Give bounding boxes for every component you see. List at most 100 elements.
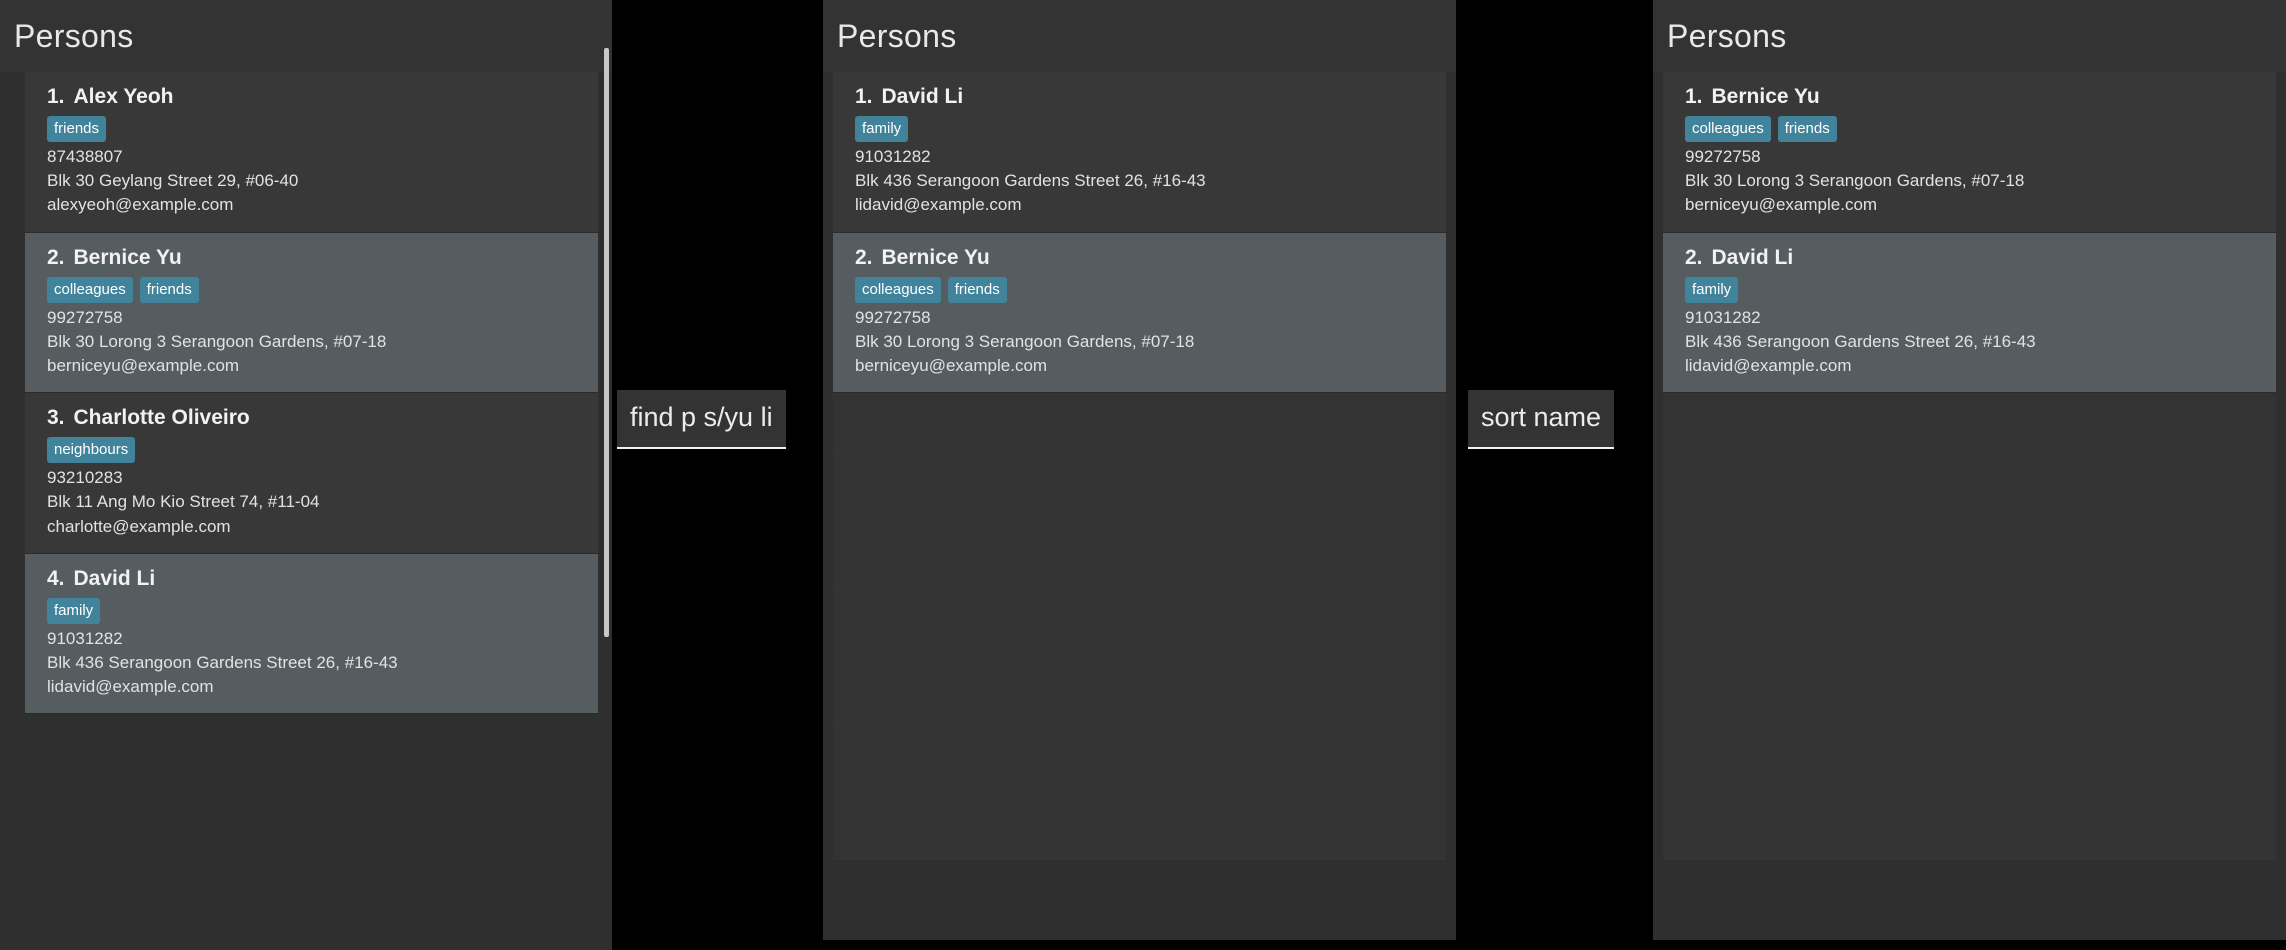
person-name: Charlotte Oliveiro — [73, 406, 250, 430]
person-name-row: 3. Charlotte Oliveiro — [47, 405, 584, 430]
person-name-row: 1. Bernice Yu — [1685, 84, 2262, 109]
empty-list-row — [833, 455, 1446, 591]
person-index: 2. — [1685, 245, 1703, 269]
person-name: Bernice Yu — [881, 245, 990, 269]
screenshot-stage: Persons 1. Alex Yeoh friends 87438807 Blk 30 … — [0, 0, 2286, 950]
panel-all-persons: Persons 1. Alex Yeoh friends 87438807 Blk 30 … — [0, 0, 612, 950]
tag-badge[interactable]: family — [855, 116, 909, 143]
empty-list-row — [833, 725, 1446, 861]
person-name: David Li — [881, 85, 964, 108]
panel-header-all-persons: Persons — [0, 0, 612, 72]
person-name: Bernice Yu — [73, 245, 182, 269]
page-title: Persons — [837, 18, 957, 54]
person-index: 1. — [1685, 85, 1703, 108]
person-tags: colleagues friends — [855, 276, 1432, 303]
list-item[interactable]: 1. Bernice Yu colleagues friends 99272758 Blk… — [1663, 72, 2276, 233]
person-list-all-persons: 1. Alex Yeoh friends 87438807 Blk 30 Geylang… — [0, 72, 612, 950]
tag-badge[interactable]: family — [1685, 276, 1739, 303]
person-name: Bernice Yu — [1711, 85, 1820, 108]
sort-command[interactable]: sort name — [1468, 390, 1615, 449]
person-email: lidavid@example.com — [855, 195, 1022, 215]
person-email: alexyeoh@example.com — [47, 195, 234, 215]
empty-list-row — [833, 590, 1446, 726]
tag-badge[interactable]: friends — [47, 116, 107, 143]
person-tags: friends — [47, 116, 584, 143]
person-tags: colleagues friends — [47, 276, 584, 303]
panel-sorted-result: Persons 1. Bernice Yu colleagues friends 9927… — [1653, 0, 2286, 940]
tag-badge[interactable]: friends — [947, 276, 1007, 303]
tag-badge[interactable]: colleagues — [47, 276, 133, 303]
person-index: 2. — [47, 245, 65, 269]
person-address: Blk 30 Lorong 3 Serangoon Gardens, #07-1… — [47, 331, 387, 351]
person-name: Alex Yeoh — [73, 85, 174, 108]
person-address: Blk 30 Lorong 3 Serangoon Gardens, #07-1… — [855, 331, 1195, 351]
person-phone: 99272758 — [855, 307, 931, 327]
person-name-row: 1. David Li — [855, 84, 1432, 109]
person-address: Blk 30 Geylang Street 29, #06-40 — [47, 171, 299, 191]
person-address: Blk 436 Serangoon Gardens Street 26, #16… — [47, 653, 398, 672]
person-name-row: 2. Bernice Yu — [47, 245, 584, 270]
tag-badge[interactable]: neighbours — [47, 437, 136, 464]
panel-header-sorted-result: Persons — [1653, 0, 2286, 72]
person-address: Blk 11 Ang Mo Kio Street 74, #11-04 — [47, 492, 320, 512]
tag-badge[interactable]: friends — [139, 276, 199, 303]
person-name-row: 4. David Li — [47, 566, 584, 591]
person-address: Blk 436 Serangoon Gardens Street 26, #16… — [855, 171, 1206, 191]
person-tags: neighbours — [47, 437, 584, 464]
panel-find-result: Persons 1. David Li family 91031282 Blk 436 S… — [823, 0, 1456, 940]
person-list-sorted-result: 1. Bernice Yu colleagues friends 99272758 Blk… — [1653, 72, 2286, 940]
list-item[interactable]: 2. David Li family 91031282 Blk 436 Serangoo… — [1663, 232, 2276, 394]
empty-list-row — [1663, 590, 2276, 726]
page-title: Persons — [1667, 18, 1787, 54]
person-name-row: 2. Bernice Yu — [855, 245, 1432, 270]
person-index: 3. — [47, 406, 65, 430]
person-email: berniceyu@example.com — [855, 356, 1048, 375]
empty-list-row — [833, 393, 1446, 456]
empty-list-row — [1663, 725, 2276, 861]
person-phone: 99272758 — [47, 307, 123, 327]
person-name: David Li — [73, 566, 156, 590]
person-phone: 87438807 — [47, 147, 123, 167]
person-tags: family — [1685, 276, 2262, 303]
list-item[interactable]: 1. Alex Yeoh friends 87438807 Blk 30 Geylang… — [25, 72, 598, 233]
tag-badge[interactable]: friends — [1777, 116, 1837, 143]
tag-badge[interactable]: family — [47, 597, 101, 624]
list-item[interactable]: 3. Charlotte Oliveiro neighbours 93210283 Bl… — [25, 393, 598, 554]
person-index: 2. — [855, 245, 873, 269]
person-phone: 99272758 — [1685, 147, 1761, 167]
list-item[interactable]: 1. David Li family 91031282 Blk 436 Serangoo… — [833, 72, 1446, 233]
person-index: 1. — [47, 85, 65, 108]
person-index: 1. — [855, 85, 873, 108]
person-phone: 91031282 — [47, 628, 123, 648]
person-email: lidavid@example.com — [1685, 356, 1852, 375]
person-name-row: 2. David Li — [1685, 245, 2262, 270]
list-scrollbar-thumb[interactable] — [604, 47, 609, 637]
person-name-row: 1. Alex Yeoh — [47, 84, 584, 109]
list-item[interactable]: 4. David Li family 91031282 Blk 436 Serangoo… — [25, 553, 598, 715]
person-phone: 91031282 — [855, 147, 931, 167]
tag-badge[interactable]: colleagues — [855, 276, 941, 303]
find-command[interactable]: find p s/yu li — [617, 390, 786, 449]
person-email: berniceyu@example.com — [47, 356, 240, 375]
list-item[interactable]: 2. Bernice Yu colleagues friends 99272758 Blk… — [25, 232, 598, 394]
list-item[interactable]: 2. Bernice Yu colleagues friends 99272758 Blk… — [833, 232, 1446, 394]
person-email: berniceyu@example.com — [1685, 195, 1878, 215]
panel-header-find-result: Persons — [823, 0, 1456, 72]
tag-badge[interactable]: colleagues — [1685, 116, 1771, 143]
person-list-find-result: 1. David Li family 91031282 Blk 436 Serangoo… — [823, 72, 1456, 940]
person-index: 4. — [47, 566, 65, 590]
page-title: Persons — [14, 18, 134, 54]
empty-list-row — [1663, 455, 2276, 591]
person-name: David Li — [1711, 245, 1794, 269]
person-email: charlotte@example.com — [47, 516, 231, 536]
person-tags: family — [47, 597, 584, 624]
person-tags: family — [855, 116, 1432, 143]
person-tags: colleagues friends — [1685, 116, 2262, 143]
person-phone: 91031282 — [1685, 307, 1761, 327]
person-email: lidavid@example.com — [47, 677, 214, 697]
person-phone: 93210283 — [47, 468, 123, 488]
person-address: Blk 30 Lorong 3 Serangoon Gardens, #07-1… — [1685, 171, 2025, 191]
empty-list-row — [1663, 393, 2276, 456]
person-address: Blk 436 Serangoon Gardens Street 26, #16… — [1685, 331, 2036, 351]
list-scrollbar-track[interactable] — [602, 0, 612, 950]
